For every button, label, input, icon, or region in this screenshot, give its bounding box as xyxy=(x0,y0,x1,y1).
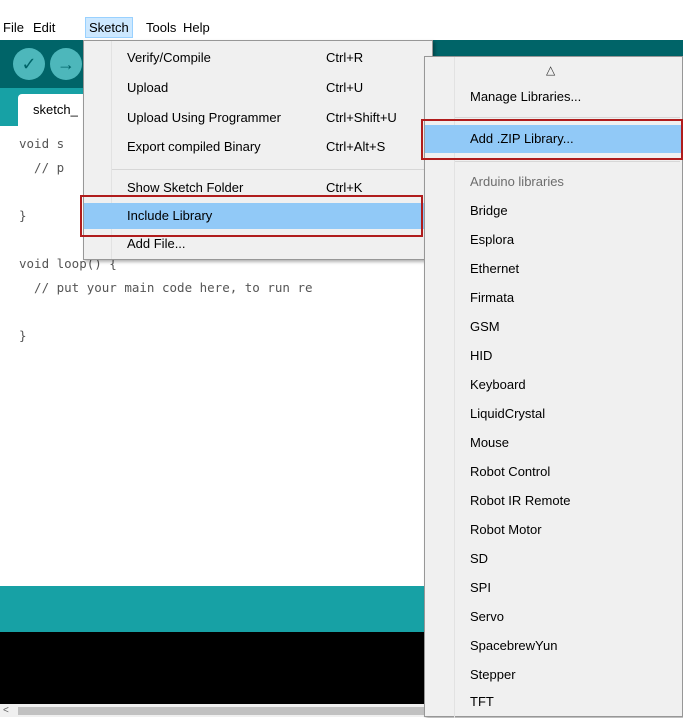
menu-item-label: Robot IR Remote xyxy=(470,493,571,508)
library-item-spacebrewyun[interactable]: SpacebrewYun xyxy=(425,632,682,660)
menu-item-export-compiled-binary[interactable]: Export compiled Binary Ctrl+Alt+S xyxy=(84,134,432,160)
menu-item-manage-libraries[interactable]: Manage Libraries... xyxy=(425,83,682,111)
library-item-robot-ir-remote[interactable]: Robot IR Remote xyxy=(425,487,682,515)
code-line: void s xyxy=(19,136,65,151)
menu-help[interactable]: Help xyxy=(180,17,213,38)
code-line: // put your main code here, to run re xyxy=(19,280,313,295)
library-item-spi[interactable]: SPI xyxy=(425,574,682,602)
menu-sketch[interactable]: Sketch xyxy=(85,17,133,38)
menu-separator xyxy=(112,169,430,170)
library-item-hid[interactable]: HID xyxy=(425,342,682,370)
menu-item-label: Export compiled Binary xyxy=(127,139,261,154)
code-line: } xyxy=(19,208,27,223)
menu-separator xyxy=(455,161,680,162)
menu-item-shortcut: Ctrl+Shift+U xyxy=(326,110,397,125)
menu-item-upload[interactable]: Upload Ctrl+U xyxy=(84,75,432,101)
menu-item-shortcut: Ctrl+R xyxy=(326,50,364,65)
menu-edit[interactable]: Edit xyxy=(30,17,58,38)
menu-item-verify-compile[interactable]: Verify/Compile Ctrl+R xyxy=(84,45,432,71)
code-line: } xyxy=(19,328,27,343)
menu-item-label: Ethernet xyxy=(470,261,520,276)
menu-item-label: Robot Motor xyxy=(470,522,542,537)
annotation-box-add-zip-library xyxy=(421,119,683,160)
menu-item-label: Esplora xyxy=(470,232,515,247)
menu-item-label: SpacebrewYun xyxy=(470,638,558,653)
code-line: // p xyxy=(19,160,65,175)
menu-item-label: Stepper xyxy=(470,667,516,682)
library-item-keyboard[interactable]: Keyboard xyxy=(425,371,682,399)
menu-item-label: Firmata xyxy=(470,290,515,305)
menu-bar: File Edit Sketch Tools Help xyxy=(0,0,683,40)
menu-item-label: Upload xyxy=(127,80,169,95)
library-item-bridge[interactable]: Bridge xyxy=(425,197,682,225)
menu-item-label: Keyboard xyxy=(470,377,526,392)
menu-tools[interactable]: Tools xyxy=(143,17,179,38)
menu-item-label: GSM xyxy=(470,319,500,334)
library-item-tft[interactable]: TFT xyxy=(425,688,682,716)
menu-item-upload-using-programmer[interactable]: Upload Using Programmer Ctrl+Shift+U xyxy=(84,105,432,131)
library-item-esplora[interactable]: Esplora xyxy=(425,226,682,254)
scroll-left-icon[interactable]: < xyxy=(3,704,9,717)
menu-item-label: Manage Libraries... xyxy=(470,89,582,104)
menu-item-label: SPI xyxy=(470,580,491,595)
menu-separator xyxy=(455,117,680,118)
library-item-firmata[interactable]: Firmata xyxy=(425,284,682,312)
menu-item-label: Mouse xyxy=(470,435,510,450)
library-item-sd[interactable]: SD xyxy=(425,545,682,573)
menu-item-label: Servo xyxy=(470,609,504,624)
menu-file[interactable]: File xyxy=(0,17,27,38)
upload-button[interactable]: → xyxy=(50,48,82,80)
menu-item-label: Bridge xyxy=(470,203,508,218)
library-item-liquidcrystal[interactable]: LiquidCrystal xyxy=(425,400,682,428)
scroll-up-icon[interactable]: △ xyxy=(546,63,555,77)
check-icon: ✓ xyxy=(21,54,37,74)
verify-button[interactable]: ✓ xyxy=(13,48,45,80)
menu-item-shortcut: Ctrl+Alt+S xyxy=(326,139,386,154)
menu-item-shortcut: Ctrl+U xyxy=(326,80,364,95)
library-item-ethernet[interactable]: Ethernet xyxy=(425,255,682,283)
menu-item-label: HID xyxy=(470,348,493,363)
library-item-stepper[interactable]: Stepper xyxy=(425,661,682,689)
library-item-robot-motor[interactable]: Robot Motor xyxy=(425,516,682,544)
menu-item-label: LiquidCrystal xyxy=(470,406,546,421)
annotation-box-include-library xyxy=(80,195,423,237)
menu-section-header: Arduino libraries xyxy=(425,168,682,196)
library-item-mouse[interactable]: Mouse xyxy=(425,429,682,457)
library-item-servo[interactable]: Servo xyxy=(425,603,682,631)
menu-item-label: Verify/Compile xyxy=(127,50,211,65)
menu-section-label: Arduino libraries xyxy=(470,174,564,189)
menu-item-label: Robot Control xyxy=(470,464,551,479)
menu-item-label: Upload Using Programmer xyxy=(127,110,281,125)
library-item-robot-control[interactable]: Robot Control xyxy=(425,458,682,486)
library-item-gsm[interactable]: GSM xyxy=(425,313,682,341)
scrollbar-thumb[interactable] xyxy=(18,707,428,715)
menu-item-label: TFT xyxy=(470,694,494,709)
menu-item-label: SD xyxy=(470,551,489,566)
arrow-right-icon: → xyxy=(57,54,75,74)
